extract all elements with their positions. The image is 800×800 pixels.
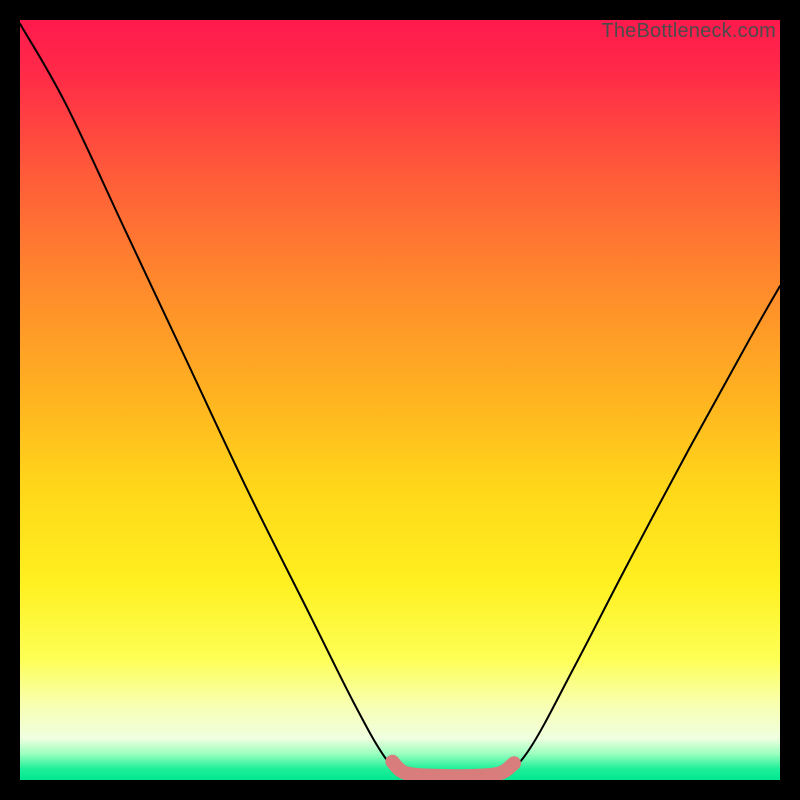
- bottleneck-chart: [20, 20, 780, 780]
- attribution-label: TheBottleneck.com: [601, 20, 776, 43]
- chart-frame: TheBottleneck.com: [20, 20, 780, 780]
- chart-background: [20, 20, 780, 780]
